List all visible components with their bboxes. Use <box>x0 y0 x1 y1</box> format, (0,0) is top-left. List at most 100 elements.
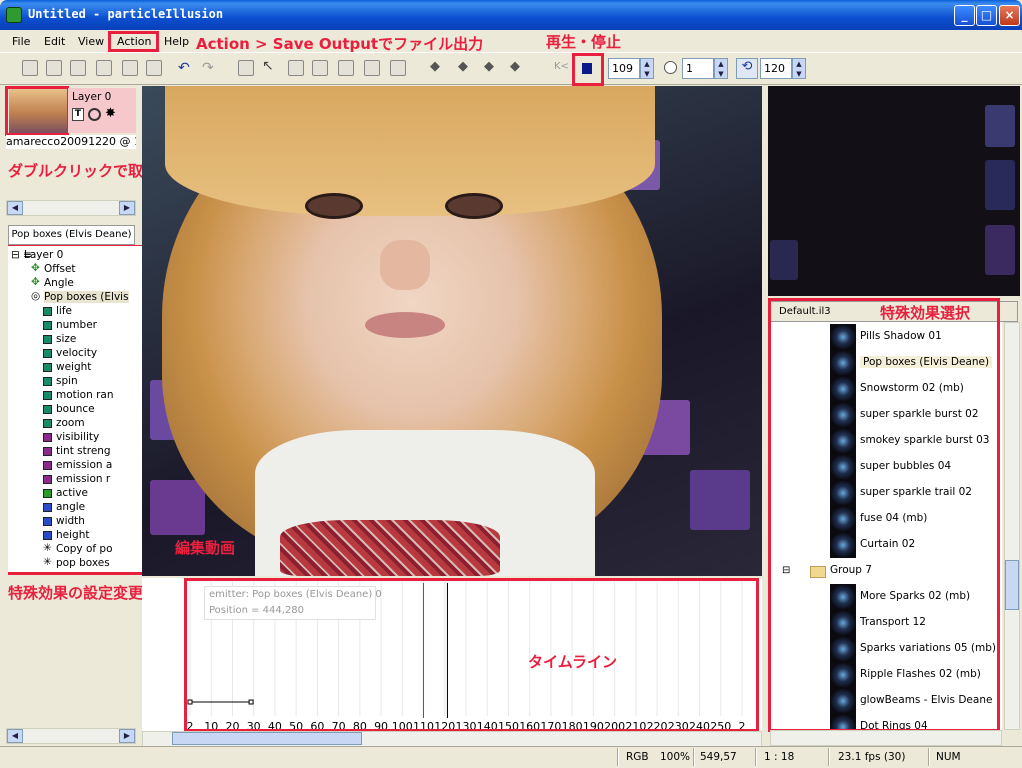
menu-help[interactable]: Help <box>164 35 189 48</box>
end-frame-field[interactable]: 120 <box>760 58 792 79</box>
tree-item[interactable]: Pop boxes (Elvis <box>44 291 129 303</box>
scroll-left-btn[interactable]: ◀ <box>7 201 23 215</box>
scroll-right-btn-2[interactable]: ▶ <box>119 729 135 743</box>
tree-item[interactable]: height <box>56 529 89 541</box>
window-title: Untitled - particleIllusion <box>28 7 224 21</box>
end-spinner[interactable]: ▲ ▼ <box>792 58 806 79</box>
left-bottom-scrollbar[interactable] <box>6 728 136 744</box>
property-square-icon <box>43 321 52 330</box>
tree-item[interactable]: active <box>56 487 88 499</box>
status-ratio: 1 : 18 <box>764 751 795 763</box>
tree-item[interactable]: Offset <box>44 263 76 275</box>
tree-item[interactable]: Copy of po <box>56 543 113 555</box>
output-preview[interactable] <box>768 86 1020 296</box>
angle-icon: ✥ <box>31 276 40 288</box>
tool-icon-6[interactable] <box>146 60 162 76</box>
status-separator <box>617 748 619 766</box>
annotation-effect-settings: 特殊効果の設定変更 <box>8 584 144 602</box>
step-field[interactable]: 1 <box>682 58 714 79</box>
property-square-icon <box>43 461 52 470</box>
tree-item[interactable]: visibility <box>56 431 99 443</box>
scroll-left-btn-2[interactable]: ◀ <box>7 729 23 743</box>
text-layer-icon[interactable]: T <box>72 108 84 121</box>
tree-item[interactable]: life <box>56 305 72 317</box>
tree-collapse-icon[interactable]: ⊟ ≡ <box>11 249 32 261</box>
status-num: NUM <box>936 751 961 763</box>
tool-icon-9[interactable] <box>312 60 328 76</box>
tree-item[interactable]: angle <box>56 501 85 513</box>
status-separator <box>693 748 695 766</box>
rewind-icon[interactable]: K< <box>554 61 569 72</box>
library-scrollbar[interactable] <box>1004 322 1020 730</box>
redo-icon[interactable]: ↷ <box>202 60 214 76</box>
property-square-icon <box>43 405 52 414</box>
nav-up-icon[interactable]: ◆ <box>458 59 468 74</box>
undo-icon[interactable]: ↶ <box>178 60 190 76</box>
tree-item[interactable]: bounce <box>56 403 95 415</box>
tree-item[interactable]: Angle <box>44 277 74 289</box>
tree-item[interactable]: motion ran <box>56 389 114 401</box>
timeline-scroll-thumb[interactable] <box>172 732 362 745</box>
sun-icon[interactable]: ✸ <box>105 106 116 121</box>
minimize-button[interactable]: _ <box>954 5 975 26</box>
tree-item[interactable]: weight <box>56 361 91 373</box>
emitter-tab[interactable]: Pop boxes (Elvis Deane) <box>8 225 135 245</box>
tree-item[interactable]: velocity <box>56 347 97 359</box>
menu-action[interactable]: Action <box>117 35 151 48</box>
particle-box <box>985 225 1015 275</box>
property-square-icon <box>43 335 52 344</box>
library-scroll-thumb[interactable] <box>1005 560 1019 610</box>
left-top-scrollbar[interactable] <box>6 200 136 216</box>
current-frame-field[interactable]: 109 <box>608 58 640 79</box>
tree-item[interactable]: width <box>56 515 85 527</box>
source-name: amarecco20091220 @ 14 <box>6 135 136 149</box>
tool-icon-11[interactable] <box>364 60 380 76</box>
nav-down-icon[interactable]: ◆ <box>484 59 494 74</box>
tool-icon-10[interactable] <box>338 60 354 76</box>
target-icon[interactable] <box>88 108 101 121</box>
tool-icon-4[interactable] <box>96 60 112 76</box>
particle-box <box>690 470 750 530</box>
tree-item[interactable]: pop boxes <box>56 557 110 569</box>
menu-edit[interactable]: Edit <box>44 35 65 48</box>
tree-item[interactable]: spin <box>56 375 78 387</box>
radio-icon[interactable] <box>664 61 677 74</box>
select-arrow-icon[interactable]: ↖ <box>262 58 274 74</box>
property-square-icon <box>43 419 52 428</box>
tree-item[interactable]: size <box>56 333 76 345</box>
menu-file[interactable]: File <box>12 35 30 48</box>
property-square-icon <box>43 349 52 358</box>
tool-icon-3[interactable] <box>70 60 86 76</box>
tool-icon-2[interactable] <box>46 60 62 76</box>
tool-icon-8[interactable] <box>288 60 304 76</box>
tool-icon-5[interactable] <box>122 60 138 76</box>
layer-label: Layer 0 <box>72 91 112 103</box>
library-hscrollbar[interactable] <box>770 730 1002 746</box>
stop-icon[interactable] <box>582 63 592 74</box>
tool-icon-12[interactable] <box>390 60 406 76</box>
tree-item[interactable]: emission a <box>56 459 112 471</box>
property-square-icon <box>43 391 52 400</box>
star-icon: ✳ <box>43 556 52 568</box>
tree-item[interactable]: emission r <box>56 473 110 485</box>
tree-item[interactable]: number <box>56 319 97 331</box>
particle-box <box>985 160 1015 210</box>
tree-item[interactable]: zoom <box>56 417 85 429</box>
nav-right-icon[interactable]: ◆ <box>510 59 520 74</box>
menu-view[interactable]: View <box>78 35 104 48</box>
layer-thumbnail[interactable] <box>9 89 67 133</box>
step-spinner[interactable]: ▲ ▼ <box>714 58 728 79</box>
property-tree: Layer 0 ⊟ ≡ ✥ Offset ✥ Angle ◎ Pop boxes (Elvis… <box>8 246 142 572</box>
nav-left-icon[interactable]: ◆ <box>430 59 440 74</box>
tool-icon-7[interactable] <box>238 60 254 76</box>
scroll-right-btn[interactable]: ▶ <box>119 201 135 215</box>
tool-icon-1[interactable] <box>22 60 38 76</box>
tree-item[interactable]: tint streng <box>56 445 111 457</box>
loop-icon[interactable]: ⟲ <box>736 58 758 79</box>
right-eye <box>445 193 503 219</box>
property-square-icon <box>43 363 52 372</box>
frame-spinner[interactable]: ▲ ▼ <box>640 58 654 79</box>
maximize-button[interactable]: □ <box>976 5 997 26</box>
status-separator <box>828 748 830 766</box>
close-button[interactable]: × <box>999 5 1020 26</box>
